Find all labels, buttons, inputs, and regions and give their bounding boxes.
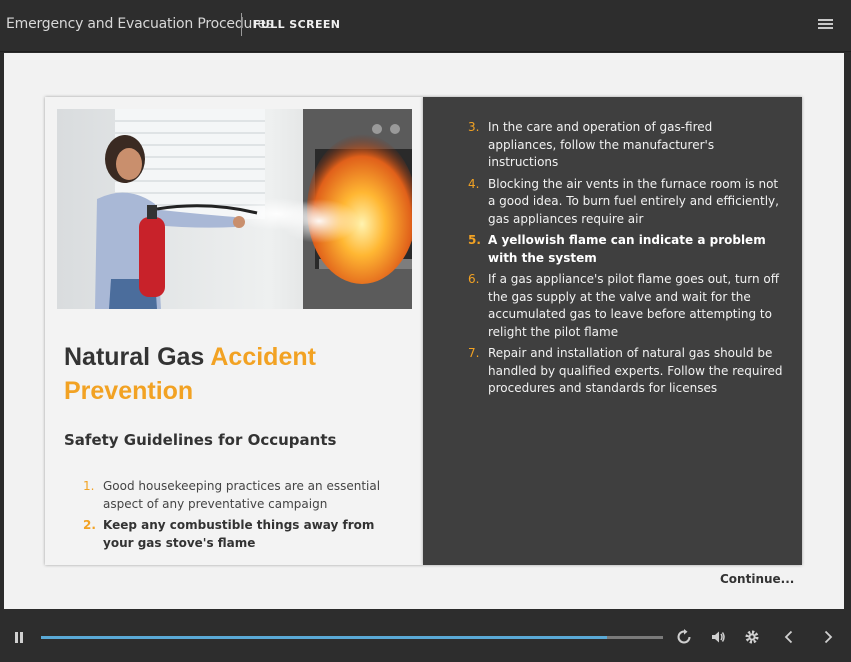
title-divider [241, 13, 242, 36]
list-item: 7. Repair and installation of natural ga… [468, 345, 783, 398]
list-item: 1. Good housekeeping practices are an es… [83, 477, 393, 513]
list-item-number: 5. [468, 233, 481, 247]
list-item-text: Keep any combustible things away from yo… [103, 518, 375, 550]
previous-icon[interactable] [781, 629, 797, 645]
list-item-number: 3. [468, 120, 480, 134]
list-item: 3. In the care and operation of gas-fire… [468, 119, 783, 172]
progress-fill [41, 636, 608, 639]
list-item-text: Blocking the air vents in the furnace ro… [488, 176, 779, 226]
list-item-number: 6. [468, 272, 480, 286]
list-item-text: A yellowish flame can indicate a problem… [488, 233, 766, 265]
slide-title-main: Natural Gas [64, 343, 211, 371]
player-controls [0, 610, 851, 662]
list-item: 2. Keep any combustible things away from… [83, 516, 393, 552]
list-item: 4. Blocking the air vents in the furnace… [468, 176, 783, 229]
list-item: 5. A yellowish flame can indicate a prob… [468, 232, 783, 267]
list-item-text: In the care and operation of gas-fired a… [488, 120, 715, 169]
slide-stage: Natural Gas Accident Prevention Safety G… [4, 53, 844, 609]
list-item-number: 4. [468, 176, 480, 191]
list-item: 6. If a gas appliance's pilot flame goes… [468, 271, 783, 341]
list-item-text: If a gas appliance's pilot flame goes ou… [488, 272, 780, 339]
top-bar: Emergency and Evacuation Procedures FULL… [0, 0, 851, 52]
pause-icon[interactable] [14, 632, 24, 643]
settings-icon[interactable] [744, 629, 760, 645]
guidelines-list-right: 3. In the care and operation of gas-fire… [468, 119, 783, 402]
volume-icon[interactable] [710, 629, 726, 645]
list-item-text: Repair and installation of natural gas s… [488, 346, 783, 395]
fire-extinguisher-photo [57, 109, 412, 309]
progress-bar[interactable] [41, 636, 663, 639]
list-item-number: 7. [468, 346, 480, 360]
replay-icon[interactable] [676, 629, 692, 645]
slide-title: Natural Gas Accident Prevention [64, 340, 394, 408]
fullscreen-button[interactable]: FULL SCREEN [253, 18, 340, 31]
hamburger-menu-icon[interactable] [818, 19, 833, 31]
list-item-text: Good housekeeping practices are an essen… [103, 479, 381, 511]
list-item-number: 1. [83, 479, 95, 493]
next-icon[interactable] [820, 629, 836, 645]
course-title: Emergency and Evacuation Procedures [6, 16, 273, 32]
slide-left-panel: Natural Gas Accident Prevention Safety G… [45, 97, 423, 565]
continue-link[interactable]: Continue... [720, 572, 794, 586]
list-item-number: 2. [83, 518, 96, 532]
guidelines-list-left: 1. Good housekeeping practices are an es… [83, 477, 393, 555]
slide-right-panel: 3. In the care and operation of gas-fire… [423, 97, 802, 565]
slide-subtitle: Safety Guidelines for Occupants [64, 431, 337, 449]
